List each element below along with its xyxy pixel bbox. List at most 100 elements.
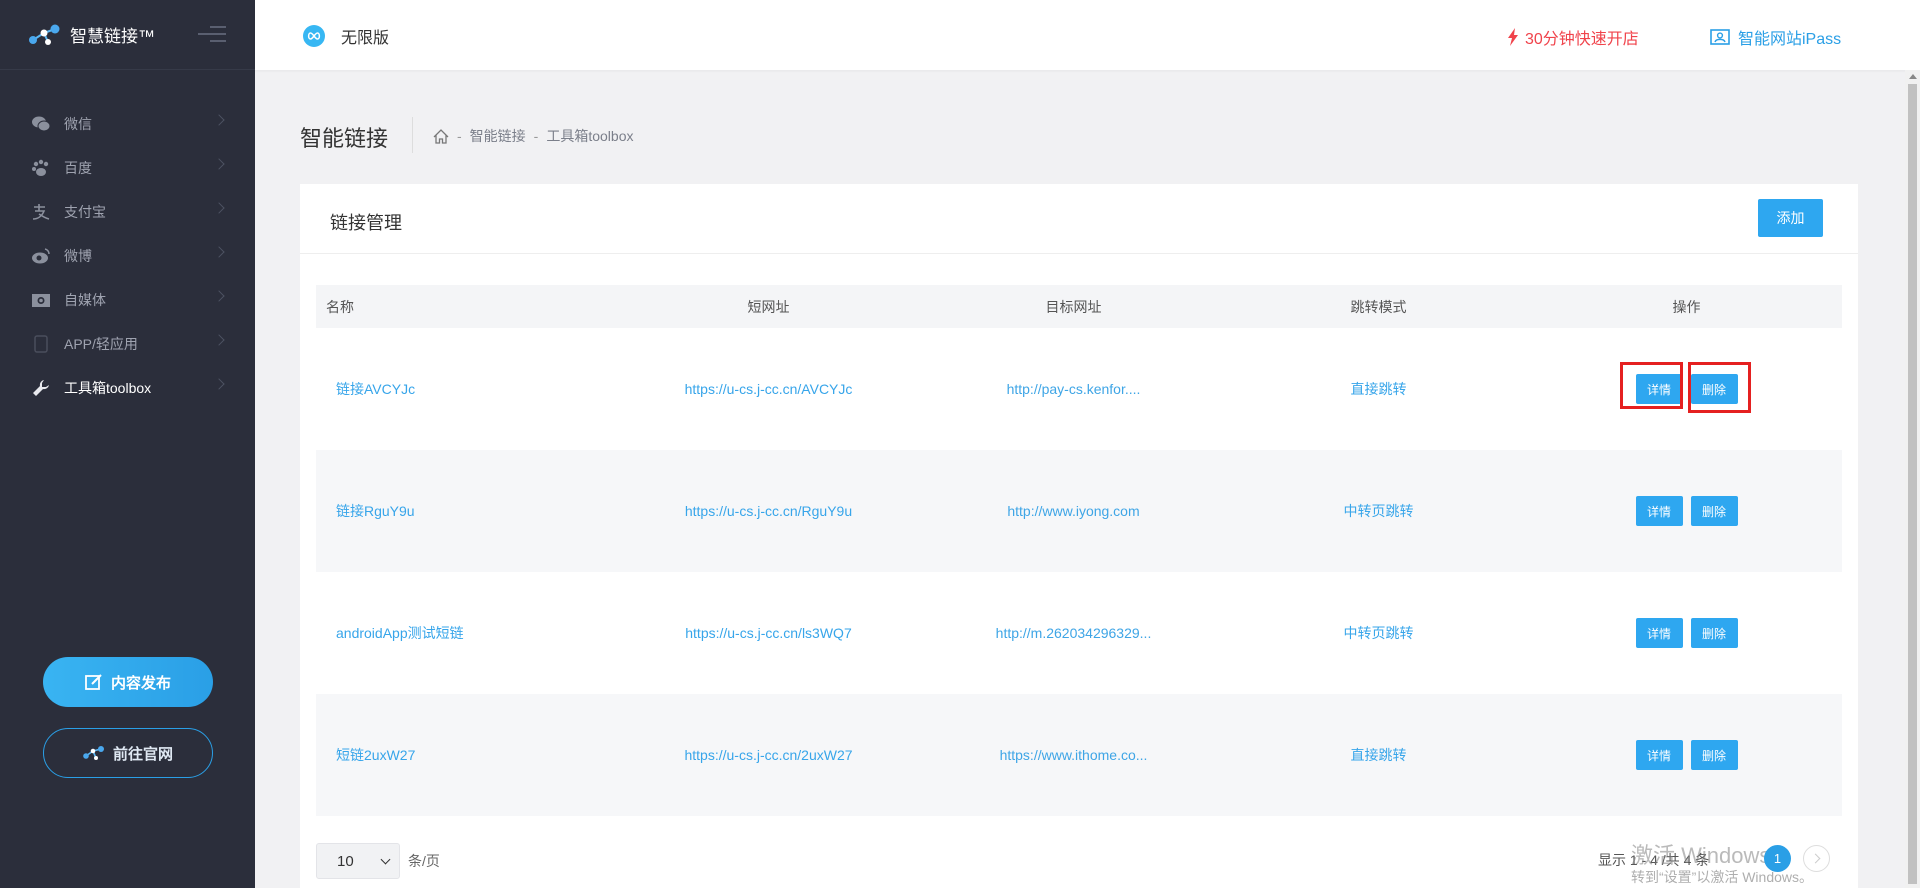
lightning-icon xyxy=(1507,28,1519,46)
chevron-right-icon xyxy=(213,246,225,258)
portrait-icon xyxy=(1710,29,1730,45)
publish-content-label: 内容发布 xyxy=(110,674,171,692)
sidebar-item-alipay[interactable]: 支付宝 xyxy=(0,190,255,234)
link-management-card: 链接管理 添加 名称 短网址 目标网址 跳转模式 操作 链接AVCYJc htt… xyxy=(300,184,1858,888)
media-icon xyxy=(30,289,52,311)
page-scrollbar[interactable] xyxy=(1905,70,1920,888)
sidebar-item-label: 自媒体 xyxy=(64,292,106,308)
chevron-right-icon xyxy=(213,334,225,346)
column-header-actions: 操作 xyxy=(1531,285,1842,328)
sidebar-nav: 微信 百度 支付宝 微博 自媒体 APP/轻应用 工具箱toolbox xyxy=(0,102,255,410)
table-header-row: 名称 短网址 目标网址 跳转模式 操作 xyxy=(316,285,1842,328)
chevron-right-icon xyxy=(213,290,225,302)
chevron-right-icon xyxy=(213,378,225,390)
wrench-icon xyxy=(30,377,52,399)
delete-button[interactable]: 删除 xyxy=(1690,374,1738,404)
delete-button[interactable]: 删除 xyxy=(1690,618,1738,648)
chevron-right-icon xyxy=(213,202,225,214)
card-header: 链接管理 添加 xyxy=(300,184,1858,254)
sidebar-item-label: APP/轻应用 xyxy=(64,336,138,352)
redirect-mode: 直接跳转 xyxy=(1350,381,1407,397)
link-name[interactable]: 链接RguY9u xyxy=(316,450,616,572)
menu-toggle-icon[interactable] xyxy=(198,26,226,44)
sidebar-item-app[interactable]: APP/轻应用 xyxy=(0,322,255,366)
sidebar-item-wechat[interactable]: 微信 xyxy=(0,102,255,146)
detail-button[interactable]: 详情 xyxy=(1635,618,1683,648)
short-url[interactable]: https://u-cs.j-cc.cn/2uxW27 xyxy=(616,694,921,816)
redirect-mode: 中转页跳转 xyxy=(1343,503,1414,519)
short-url[interactable]: https://u-cs.j-cc.cn/ls3WQ7 xyxy=(616,572,921,694)
windows-activation-hint: 转到“设置”以激活 Windows。 xyxy=(1631,869,1814,885)
target-url[interactable]: http://www.iyong.com xyxy=(921,450,1226,572)
sidebar-item-toolbox[interactable]: 工具箱toolbox xyxy=(0,366,255,410)
row-actions: 详情 删除 xyxy=(1531,328,1842,450)
logo-bar: 智慧链接™ xyxy=(0,0,255,70)
short-url[interactable]: https://u-cs.j-cc.cn/RguY9u xyxy=(616,450,921,572)
short-url[interactable]: https://u-cs.j-cc.cn/AVCYJc xyxy=(616,328,921,450)
redirect-mode: 中转页跳转 xyxy=(1343,625,1414,641)
sidebar-item-label: 支付宝 xyxy=(64,204,106,220)
sidebar-item-label: 微博 xyxy=(64,248,92,264)
windows-activation-watermark: 激活 Windows xyxy=(1631,843,1771,868)
sidebar-item-label: 工具箱toolbox xyxy=(64,380,152,396)
delete-button[interactable]: 删除 xyxy=(1690,740,1738,770)
infinity-icon xyxy=(303,25,325,47)
logo-icon xyxy=(28,23,64,47)
delete-button[interactable]: 删除 xyxy=(1690,496,1738,526)
link-name[interactable]: 短链2uxW27 xyxy=(316,694,616,816)
sidebar: 智慧链接™ 微信 百度 支付宝 微博 自媒体 APP/轻应用 工具箱toolbo… xyxy=(0,0,255,888)
home-icon[interactable] xyxy=(433,128,449,144)
go-official-site-button[interactable]: 前往官网 xyxy=(43,728,213,778)
breadcrumb-separator: - xyxy=(457,128,462,144)
chevron-down-icon xyxy=(380,854,391,865)
page-number-button[interactable]: 1 xyxy=(1764,845,1791,872)
sidebar-item-label: 微信 xyxy=(64,116,92,132)
add-button[interactable]: 添加 xyxy=(1758,199,1823,237)
chevron-right-icon xyxy=(213,114,225,126)
edit-icon xyxy=(85,673,103,691)
scroll-up-arrow-icon[interactable] xyxy=(1909,74,1917,79)
per-page-label: 条/页 xyxy=(408,853,440,869)
quick-open-store-link[interactable]: 30分钟快速开店 xyxy=(1507,25,1639,49)
pagination-size: 10 条/页 xyxy=(316,843,440,879)
link-name[interactable]: androidApp测试短链 xyxy=(316,572,616,694)
table-row: 链接RguY9u https://u-cs.j-cc.cn/RguY9u htt… xyxy=(316,450,1842,572)
detail-button[interactable]: 详情 xyxy=(1635,374,1683,404)
target-url[interactable]: http://m.262034296329... xyxy=(921,572,1226,694)
breadcrumb-separator: - xyxy=(533,128,539,144)
detail-button[interactable]: 详情 xyxy=(1635,740,1683,770)
target-url[interactable]: http://pay-cs.kenfor.... xyxy=(921,328,1226,450)
column-header-name: 名称 xyxy=(316,285,616,328)
link-name[interactable]: 链接AVCYJc xyxy=(316,328,616,450)
publish-content-button[interactable]: 内容发布 xyxy=(43,657,213,707)
target-url[interactable]: https://www.ithome.co... xyxy=(921,694,1226,816)
ipass-link[interactable]: 智能网站iPass xyxy=(1710,25,1841,49)
weibo-icon xyxy=(30,245,52,267)
scroll-thumb[interactable] xyxy=(1908,84,1917,884)
next-page-button[interactable] xyxy=(1803,845,1830,872)
logo-small-icon xyxy=(83,745,105,761)
column-header-redirect-mode: 跳转模式 xyxy=(1226,285,1531,328)
title-divider xyxy=(412,117,413,153)
app-icon xyxy=(30,333,52,355)
breadcrumb-item[interactable]: 工具箱toolbox xyxy=(546,126,633,146)
page-size-select[interactable]: 10 xyxy=(316,843,400,879)
links-table: 名称 短网址 目标网址 跳转模式 操作 链接AVCYJc https://u-c… xyxy=(316,285,1842,816)
table-row: 链接AVCYJc https://u-cs.j-cc.cn/AVCYJc htt… xyxy=(316,328,1842,450)
table-row: androidApp测试短链 https://u-cs.j-cc.cn/ls3W… xyxy=(316,572,1842,694)
app-name: 智慧链接™ xyxy=(70,27,155,46)
row-actions: 详情 删除 xyxy=(1531,572,1842,694)
sidebar-item-weibo[interactable]: 微博 xyxy=(0,234,255,278)
card-title: 链接管理 xyxy=(330,213,402,233)
sidebar-item-label: 百度 xyxy=(64,160,92,176)
detail-button[interactable]: 详情 xyxy=(1635,496,1683,526)
quick-open-store-label: 30分钟快速开店 xyxy=(1525,31,1639,48)
column-header-target-url: 目标网址 xyxy=(921,285,1226,328)
top-header: 无限版 30分钟快速开店 智能网站iPass xyxy=(255,0,1920,70)
breadcrumb-item[interactable]: 智能链接 xyxy=(470,126,526,146)
page-size-value: 10 xyxy=(337,852,354,870)
ipass-label: 智能网站iPass xyxy=(1738,31,1842,48)
sidebar-item-baidu[interactable]: 百度 xyxy=(0,146,255,190)
go-official-site-label: 前往官网 xyxy=(112,745,173,763)
sidebar-item-media[interactable]: 自媒体 xyxy=(0,278,255,322)
